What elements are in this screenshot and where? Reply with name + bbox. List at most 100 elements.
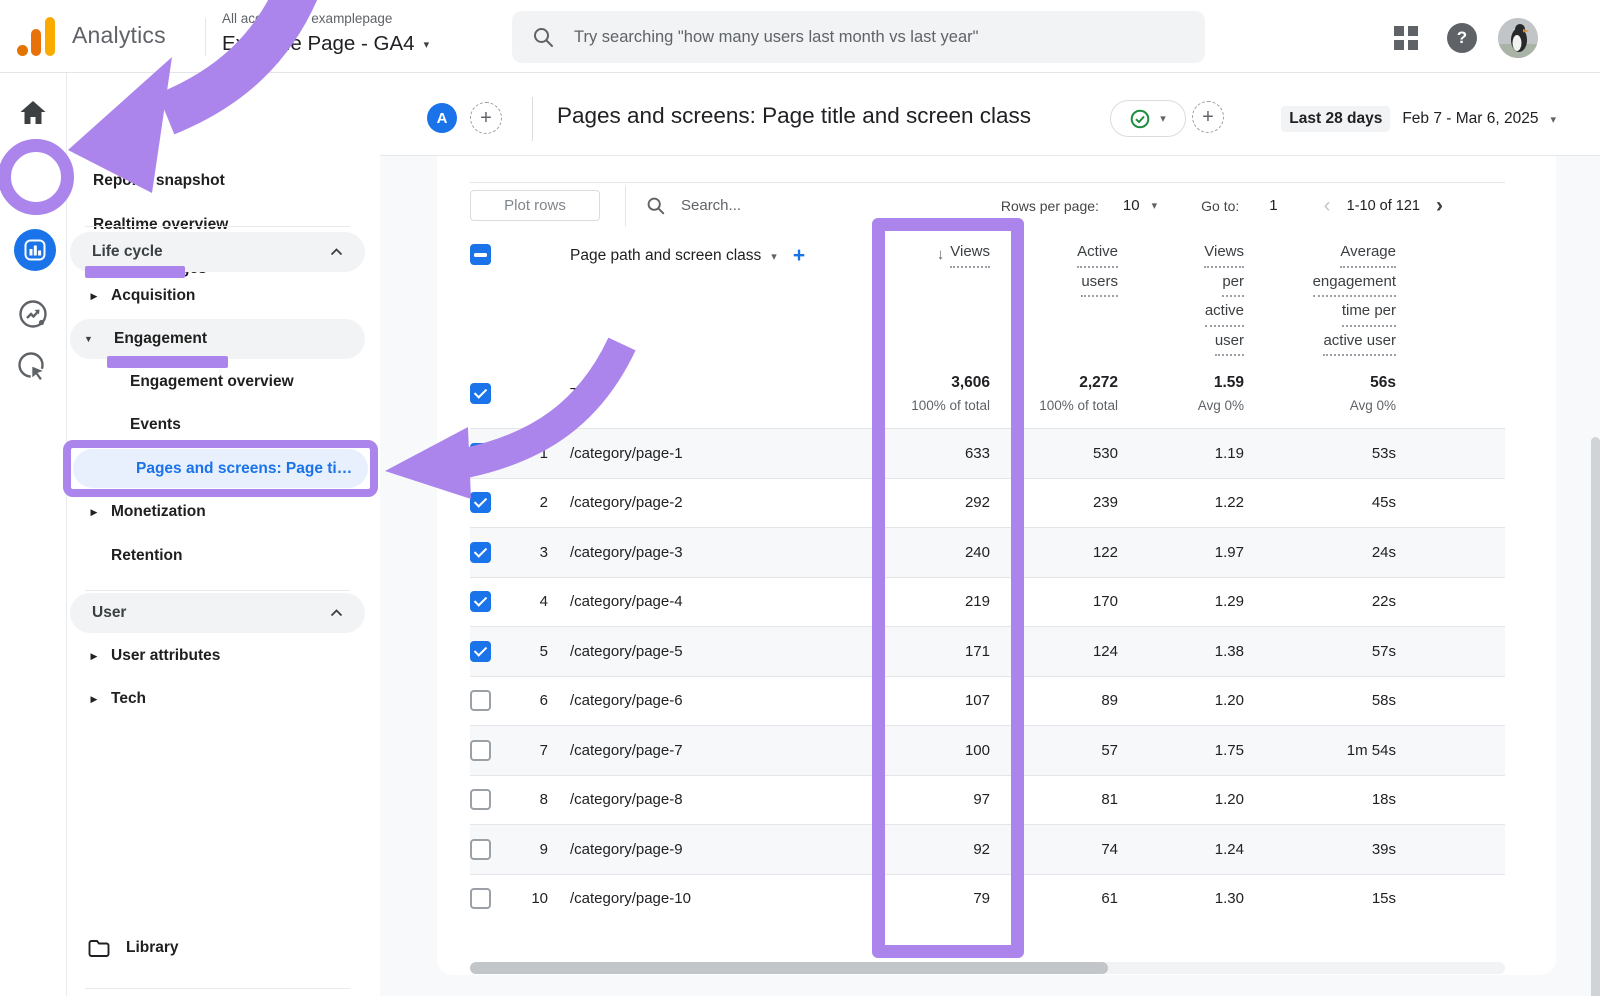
chevron-down-icon[interactable]: ▾ (771, 250, 777, 263)
views-value: 219 (830, 593, 990, 610)
avg-engagement-column-header-line3[interactable]: time per (1342, 299, 1396, 327)
table-row[interactable]: 1 /category/page-1 633 530 1.19 53s (470, 428, 1505, 478)
report-status-pill[interactable]: ▾ (1110, 100, 1186, 137)
nav-tech[interactable]: Tech (111, 681, 146, 717)
table-row[interactable]: 4 /category/page-4 219 170 1.29 22s (470, 577, 1505, 627)
table-row[interactable]: 7 /category/page-7 100 57 1.75 1m 54s (470, 725, 1505, 775)
global-search-input[interactable] (574, 28, 1185, 47)
row-checkbox[interactable] (470, 888, 491, 909)
nav-retention[interactable]: Retention (111, 538, 182, 574)
breadcrumb-root[interactable]: All accounts (222, 11, 295, 26)
page-path: /category/page-4 (548, 593, 830, 610)
row-checkbox[interactable] (470, 690, 491, 711)
views-per-user-column-header-line3[interactable]: active (1205, 299, 1244, 327)
table-row[interactable]: 2 /category/page-2 292 239 1.22 45s (470, 478, 1505, 528)
report-variant-badge[interactable]: A (427, 103, 457, 133)
row-checkbox[interactable] (470, 591, 491, 612)
table-row[interactable]: 8 /category/page-8 97 81 1.20 18s (470, 775, 1505, 825)
horizontal-scrollbar-track[interactable] (470, 962, 1505, 974)
table-row[interactable]: 5 /category/page-5 171 124 1.38 57s (470, 626, 1505, 676)
row-checkbox[interactable] (470, 740, 491, 761)
nav-library[interactable]: Library (88, 930, 179, 966)
table-row[interactable]: 9 /category/page-9 92 74 1.24 39s (470, 824, 1505, 874)
plot-rows-button[interactable]: Plot rows (470, 190, 600, 221)
apps-grid-icon[interactable] (1394, 26, 1418, 50)
nav-reports-snapshot[interactable]: Reports snapshot (93, 163, 225, 199)
goto-page-input[interactable]: 1 (1269, 197, 1277, 214)
table-row[interactable]: 10 /category/page-10 79 61 1.30 15s (470, 874, 1505, 924)
table-search[interactable] (646, 196, 811, 215)
table-row[interactable]: 6 /category/page-6 107 89 1.20 58s (470, 676, 1505, 726)
add-comparison-button[interactable]: + (470, 102, 502, 134)
add-report-button[interactable]: + (1192, 101, 1224, 133)
breadcrumb-current[interactable]: examplepage (311, 11, 392, 26)
total-row-checkbox[interactable] (470, 383, 491, 404)
views-per-user-value: 1.30 (1118, 890, 1244, 907)
active-users-column-header-line2[interactable]: users (1081, 270, 1118, 298)
nav-pages-and-screens-selected[interactable]: Pages and screens: Page ti… (73, 449, 368, 488)
nav-user-attributes[interactable]: User attributes (111, 638, 220, 674)
analytics-logo-icon[interactable] (14, 12, 62, 60)
nav-section-life-cycle[interactable]: Life cycle (70, 232, 365, 272)
advertising-icon[interactable] (17, 351, 49, 385)
nav-events[interactable]: Events (130, 407, 181, 443)
sort-desc-icon[interactable]: ↓ (937, 243, 945, 268)
engagement-time-value: 24s (1244, 544, 1396, 561)
explore-icon[interactable] (17, 298, 49, 330)
nav-acquisition[interactable]: Acquisition (111, 278, 195, 314)
avg-engagement-column-header-line4[interactable]: active user (1323, 329, 1396, 357)
help-icon[interactable]: ? (1447, 23, 1477, 53)
views-per-user-value: 1.19 (1118, 445, 1244, 462)
next-page-icon[interactable]: › (1436, 196, 1443, 216)
rows-per-page-select[interactable]: 10 (1123, 197, 1140, 214)
section-label: Life cycle (92, 243, 163, 261)
row-checkbox[interactable] (470, 839, 491, 860)
home-icon[interactable] (20, 100, 47, 125)
horizontal-scrollbar-thumb[interactable] (470, 962, 1108, 974)
prev-page-icon[interactable]: ‹ (1324, 196, 1331, 216)
vertical-scrollbar[interactable] (1591, 437, 1600, 996)
search-icon (532, 26, 554, 48)
dimension-header[interactable]: Page path and screen class (570, 247, 761, 265)
active-users-value: 89 (990, 692, 1118, 709)
nav-engagement-overview[interactable]: Engagement overview (130, 364, 294, 400)
table-search-input[interactable] (681, 197, 811, 214)
expand-right-icon[interactable]: ▶ (85, 291, 103, 302)
expand-right-icon[interactable]: ▶ (85, 694, 103, 705)
row-checkbox[interactable] (470, 789, 491, 810)
chevron-down-icon[interactable]: ▾ (1152, 199, 1158, 212)
views-per-user-column-header[interactable]: Views (1204, 240, 1244, 268)
check-circle-icon (1130, 109, 1150, 129)
nav-pages-label: Pages and screens: Page ti… (136, 460, 352, 478)
row-checkbox[interactable] (470, 492, 491, 513)
table-row[interactable]: 3 /category/page-3 240 122 1.97 24s (470, 527, 1505, 577)
select-all-checkbox[interactable] (470, 244, 491, 265)
reports-nav-icon[interactable] (14, 229, 56, 271)
row-checkbox[interactable] (470, 542, 491, 563)
breadcrumb[interactable]: All accounts › examplepage (222, 11, 392, 26)
views-per-user-column-header-line4[interactable]: user (1215, 329, 1244, 357)
property-selector[interactable]: Example Page - GA4 ▾ (222, 32, 429, 56)
active-users-column-header[interactable]: Active (1077, 240, 1118, 268)
engagement-time-value: 1m 54s (1244, 742, 1396, 759)
pagination-controls: Rows per page: 10 ▾ Go to: 1 ‹ 1-10 of 1… (1001, 196, 1505, 216)
page-path: /category/page-3 (548, 544, 830, 561)
add-dimension-icon[interactable]: + (793, 244, 805, 268)
row-checkbox[interactable] (470, 641, 491, 662)
row-index: 2 (512, 494, 548, 511)
avatar[interactable] (1498, 18, 1538, 58)
views-per-user-column-header-line2[interactable]: per (1222, 270, 1244, 298)
global-search[interactable] (512, 11, 1205, 63)
avg-engagement-column-header-line2[interactable]: engagement (1313, 270, 1396, 298)
nav-section-user[interactable]: User (70, 593, 365, 633)
views-per-user-value: 1.75 (1118, 742, 1244, 759)
avg-engagement-column-header[interactable]: Average (1340, 240, 1396, 268)
expand-right-icon[interactable]: ▶ (85, 507, 103, 518)
row-checkbox[interactable] (470, 443, 491, 464)
expand-right-icon[interactable]: ▶ (85, 651, 103, 662)
nav-engagement[interactable]: ▼ Engagement (70, 319, 365, 359)
date-range-picker[interactable]: Last 28 days Feb 7 - Mar 6, 2025 ▾ (1281, 106, 1556, 132)
nav-monetization[interactable]: Monetization (111, 494, 206, 530)
views-column-header[interactable]: Views (950, 240, 990, 268)
date-range-text: Feb 7 - Mar 6, 2025 (1402, 110, 1538, 128)
